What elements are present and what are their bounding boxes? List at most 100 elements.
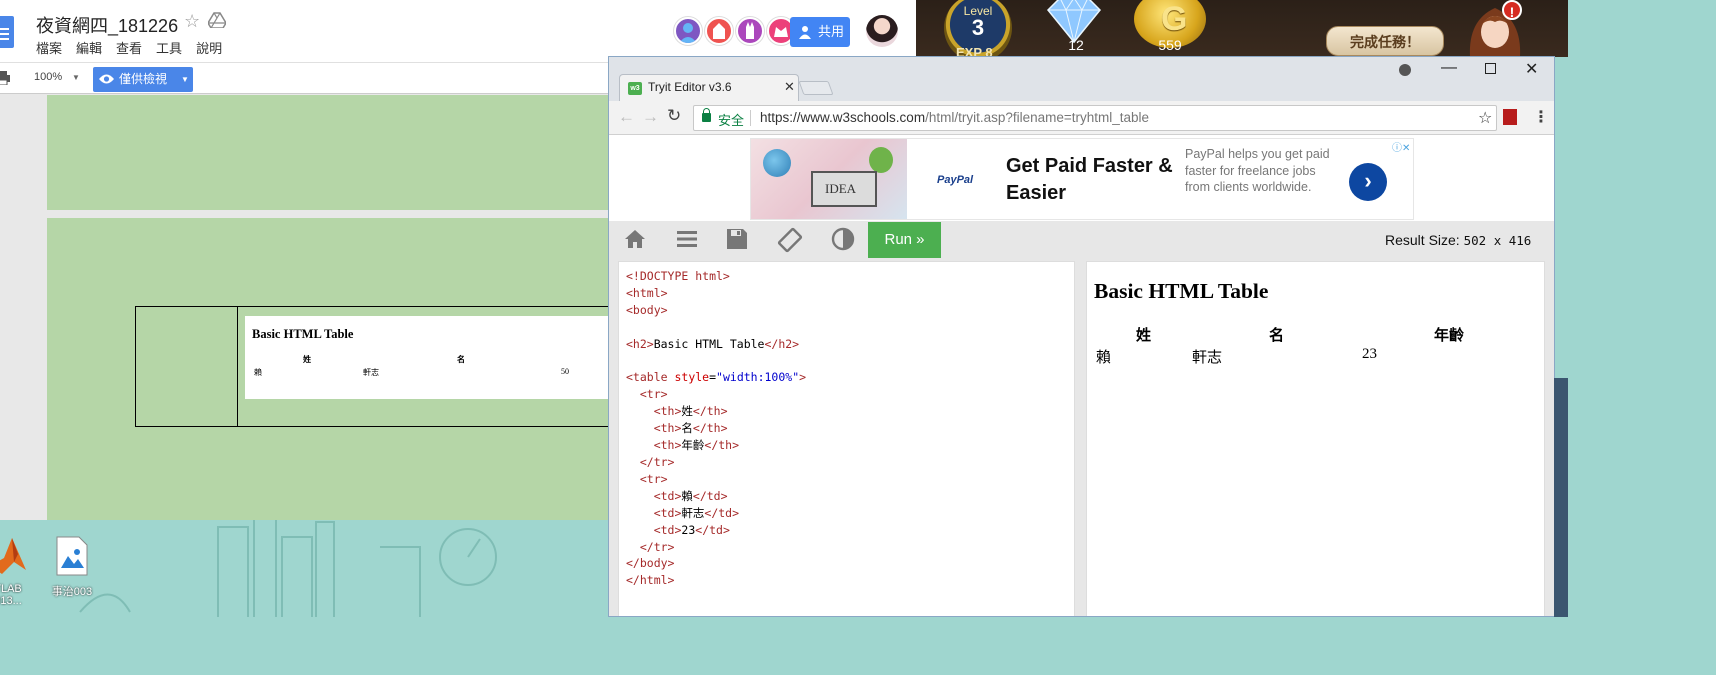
embed-data-cell: 軒志: [363, 368, 379, 377]
back-arrow-icon[interactable]: ←: [618, 107, 635, 127]
browser-navbar: ← → ↻ 安全 https://www.w3schools.com/html/…: [609, 101, 1554, 135]
desktop-icon-label: 013...: [0, 595, 22, 607]
level-badge: Level 3 EXP 8: [944, 0, 1012, 57]
chevron-down-icon: ▼: [181, 75, 189, 84]
reload-icon[interactable]: ↻: [667, 106, 681, 126]
paypal-logo: PayPal: [937, 174, 974, 186]
collaborator-avatar[interactable]: [736, 17, 764, 45]
table-divider: [237, 307, 238, 426]
menu-item-edit[interactable]: 編輯: [76, 38, 102, 57]
url-path: /html/tryit.asp?filename=tryhtml_table: [925, 110, 1150, 125]
advertisement-banner[interactable]: IDEA PayPal Get Paid Faster & Easier Pay…: [750, 138, 1414, 220]
result-size-label: Result Size:: [1385, 232, 1460, 248]
eye-icon: [99, 74, 114, 84]
new-tab-button[interactable]: [798, 81, 834, 95]
globe-icon: [763, 149, 791, 177]
result-header-cell: 年齡: [1434, 328, 1465, 344]
print-icon[interactable]: [0, 71, 10, 85]
background-window-edge: [1554, 378, 1568, 617]
share-button-label: 共用: [818, 24, 845, 39]
url-text[interactable]: https://www.w3schools.com/html/tryit.asp…: [760, 110, 1149, 125]
embed-data-cell: 50: [561, 367, 569, 376]
contrast-icon[interactable]: [831, 227, 855, 251]
level-value: 3: [971, 15, 985, 40]
forward-arrow-icon[interactable]: →: [642, 107, 659, 127]
docs-menu-bar: 檔案 編輯 查看 工具 說明: [36, 38, 222, 57]
ad-body-text: PayPal helps you get paid faster for fre…: [1185, 147, 1330, 194]
view-only-label: 僅供檢視: [119, 72, 168, 86]
ad-choices-icon[interactable]: ⓘ✕: [1392, 139, 1410, 154]
collaborator-avatar[interactable]: [674, 17, 702, 45]
menu-item-view[interactable]: 查看: [116, 38, 142, 57]
save-icon[interactable]: [725, 227, 749, 251]
menu-item-tools[interactable]: 工具: [156, 38, 182, 57]
url-host: https://www.w3schools.com: [760, 110, 926, 125]
address-bar[interactable]: 安全 https://www.w3schools.com/html/tryit.…: [693, 105, 1497, 131]
collaborator-avatars: [674, 17, 795, 45]
browser-titlebar: w3 Tryit Editor v3.6 ✕ — ✕: [609, 57, 1554, 101]
maximize-icon[interactable]: [1485, 63, 1496, 74]
result-header-cell: 名: [1269, 328, 1285, 344]
coin-symbol: G: [1161, 0, 1188, 38]
result-size-value: 502 x 416: [1463, 233, 1532, 248]
menu-item-help[interactable]: 說明: [196, 38, 222, 57]
ad-image-text: IDEA: [825, 181, 857, 196]
browser-menu-icon[interactable]: ⋮: [1533, 107, 1549, 127]
share-button[interactable]: 共用: [790, 17, 850, 47]
address-separator: [750, 110, 751, 126]
embed-title: Basic HTML Table: [252, 327, 354, 341]
embed-header-cell: 姓: [303, 355, 311, 364]
collaborator-avatar[interactable]: [705, 17, 733, 45]
diamond-count: 12: [1068, 37, 1084, 53]
chevron-down-icon[interactable]: ▼: [72, 73, 80, 82]
desktop-icon-label: 事治003: [51, 586, 93, 598]
rotate-layout-icon[interactable]: [777, 227, 803, 253]
tryit-workspace: <!DOCTYPE html> <html> <body> <h2>Basic …: [609, 259, 1554, 616]
docs-logo-icon[interactable]: [0, 16, 14, 48]
ad-headline[interactable]: Get Paid Faster & Easier: [1006, 153, 1181, 207]
close-tab-icon[interactable]: ✕: [784, 79, 795, 95]
result-pane: Basic HTML Table 姓 名 年齡 賴 軒志 23: [1086, 261, 1545, 616]
home-icon[interactable]: [623, 227, 647, 251]
ad-image: IDEA: [751, 139, 907, 219]
close-window-icon[interactable]: ✕: [1525, 59, 1538, 79]
person-icon: [799, 26, 811, 39]
secure-label[interactable]: 安全: [718, 110, 744, 129]
result-header-cell: 姓: [1136, 328, 1152, 344]
desktop-icon-matlab[interactable]: TLAB 013...: [0, 536, 38, 607]
embedded-screenshot: Basic HTML Table 姓 名 賴 軒志 50: [245, 316, 615, 399]
lock-icon[interactable]: [702, 108, 711, 122]
menu-icon[interactable]: [675, 227, 699, 251]
complete-mission-button[interactable]: 完成任務！: [1326, 26, 1444, 56]
minimize-icon[interactable]: —: [1441, 59, 1457, 77]
menu-item-file[interactable]: 檔案: [36, 38, 62, 57]
profile-icon[interactable]: [1399, 64, 1411, 76]
matlab-icon: [0, 538, 26, 574]
view-only-mode-button[interactable]: 僅供檢視 ▼: [93, 67, 193, 92]
tryit-toolbar: Run » Result Size: 502 x 416: [609, 221, 1554, 259]
ad-arrow-button[interactable]: ›: [1349, 163, 1387, 201]
run-button[interactable]: Run »: [868, 222, 941, 258]
star-icon[interactable]: ☆: [184, 11, 200, 32]
acrobat-extension-icon[interactable]: [1503, 109, 1517, 125]
chrome-window: w3 Tryit Editor v3.6 ✕ — ✕ ← → ↻ 安全 http…: [608, 56, 1555, 617]
document-title[interactable]: 夜資網四_181226: [36, 12, 178, 38]
image-file-icon: [56, 536, 88, 576]
embed-data-cell: 賴: [254, 368, 262, 377]
bookmark-star-icon[interactable]: ☆: [1478, 108, 1492, 128]
zoom-select[interactable]: 100%: [34, 71, 62, 83]
result-heading: Basic HTML Table: [1094, 279, 1269, 303]
w3schools-favicon-icon: w3: [628, 82, 642, 95]
user-avatar[interactable]: [866, 15, 898, 47]
desktop-icon-image-file[interactable]: 事治003: [42, 536, 102, 599]
desktop-icon-label: TLAB: [0, 583, 22, 595]
result-data-cell: 軒志: [1192, 350, 1223, 366]
plant-icon: [869, 147, 893, 173]
coin-count: 559: [1158, 37, 1182, 53]
code-editor[interactable]: <!DOCTYPE html> <html> <body> <h2>Basic …: [618, 261, 1075, 616]
game-status-bar: Level 3 EXP 8 12 G 559 完成任務！ !: [916, 0, 1568, 57]
tab-title: Tryit Editor v3.6: [648, 80, 732, 94]
alert-badge[interactable]: !: [1502, 0, 1522, 20]
browser-tab[interactable]: w3 Tryit Editor v3.6 ✕: [619, 74, 799, 101]
drive-folder-icon[interactable]: [208, 12, 226, 28]
